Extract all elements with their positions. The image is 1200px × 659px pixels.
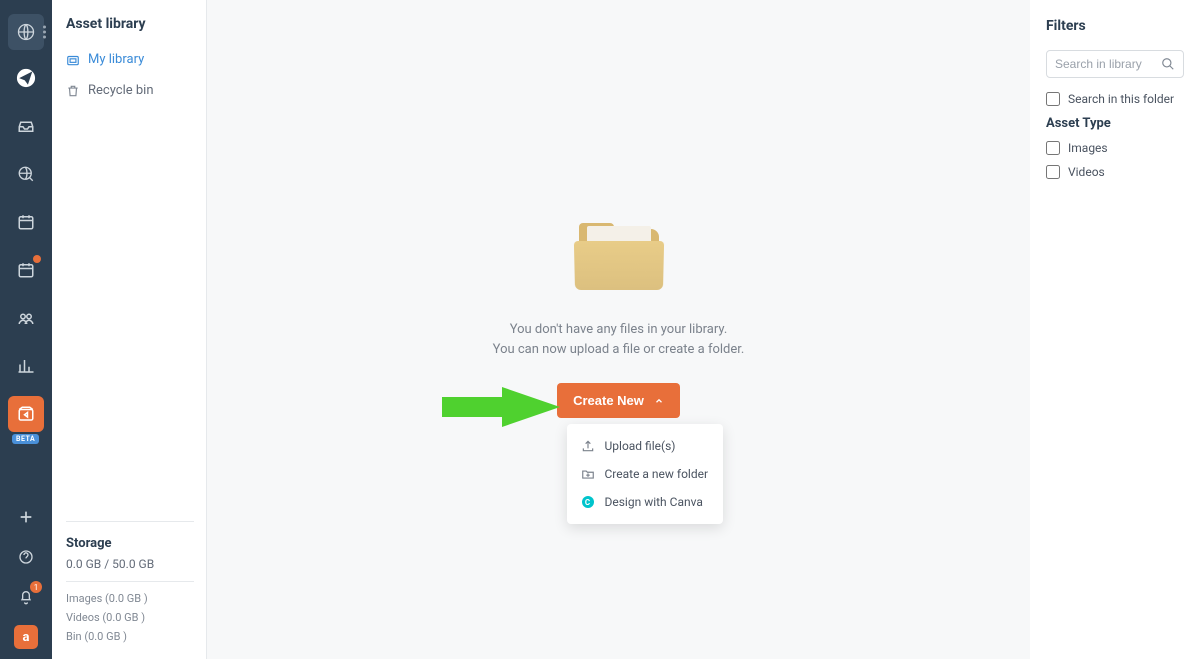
analytics-icon: [17, 357, 35, 375]
upload-icon: [581, 439, 595, 453]
create-new-dropdown: Upload file(s) Create a new folder C Des…: [567, 424, 723, 524]
rail-scheduled[interactable]: [8, 252, 44, 288]
inbox-icon: [17, 117, 35, 135]
rail-team[interactable]: [8, 300, 44, 336]
search-input[interactable]: [1055, 57, 1161, 71]
rail-add[interactable]: [8, 499, 44, 535]
rail-help[interactable]: [8, 539, 44, 575]
canva-icon: C: [581, 495, 595, 509]
logo-icon: [16, 22, 36, 42]
checkbox-videos[interactable]: [1046, 165, 1060, 179]
globe-search-icon: [17, 165, 35, 183]
empty-line-1: You don't have any files in your library…: [493, 320, 745, 340]
filter-label: Images: [1068, 141, 1108, 155]
rail-notifications[interactable]: 1: [8, 579, 44, 615]
sidebar-title: Asset library: [66, 16, 194, 32]
rail-analytics[interactable]: [8, 348, 44, 384]
storage-bin: Bin (0.0 GB ): [66, 630, 194, 643]
plus-icon: [18, 509, 34, 525]
checkbox-images[interactable]: [1046, 141, 1060, 155]
rail-bottom: 1 a: [8, 495, 44, 659]
help-icon: [18, 549, 34, 565]
empty-state-text: You don't have any files in your library…: [493, 320, 745, 359]
calendar-dot-icon: [17, 261, 35, 279]
notification-dot-icon: [33, 255, 41, 263]
app-logo[interactable]: [8, 14, 44, 50]
calendar-icon: [17, 213, 35, 231]
checkbox-search-in-folder[interactable]: [1046, 92, 1060, 106]
main-content: You don't have any files in your library…: [207, 0, 1030, 659]
logo-menu-dots-icon: [43, 26, 46, 39]
filter-videos[interactable]: Videos: [1046, 165, 1184, 179]
menu-item-label: Upload file(s): [605, 439, 676, 453]
menu-create-folder[interactable]: Create a new folder: [567, 460, 723, 488]
rail-calendar[interactable]: [8, 204, 44, 240]
menu-item-label: Design with Canva: [605, 495, 703, 509]
rail-publish[interactable]: [8, 60, 44, 96]
storage-videos: Videos (0.0 GB ): [66, 611, 194, 624]
beta-badge: BETA: [12, 434, 39, 444]
library-folder-icon: [66, 53, 80, 67]
rail-inbox[interactable]: [8, 108, 44, 144]
folder-plus-icon: [581, 467, 595, 481]
icon-rail: BETA 1 a: [0, 0, 52, 659]
notification-count-badge: 1: [30, 581, 42, 593]
menu-upload-files[interactable]: Upload file(s): [567, 432, 723, 460]
filter-search-in-folder[interactable]: Search in this folder: [1046, 92, 1184, 106]
search-icon: [1161, 57, 1175, 71]
empty-line-2: You can now upload a file or create a fo…: [493, 340, 745, 360]
menu-design-canva[interactable]: C Design with Canva: [567, 488, 723, 516]
filter-label: Videos: [1068, 165, 1105, 179]
sidebar-item-label: Recycle bin: [88, 83, 154, 98]
menu-item-label: Create a new folder: [605, 467, 709, 481]
rail-brand[interactable]: a: [8, 619, 44, 655]
library-icon: [17, 405, 35, 423]
sidebar: Asset library My library Recycle bin Sto…: [52, 0, 207, 659]
trash-icon: [66, 84, 80, 98]
brand-icon: a: [14, 625, 38, 649]
paper-plane-icon: [16, 68, 36, 88]
chevron-up-icon: [654, 396, 664, 406]
filters-panel: Filters Search in this folder Asset Type…: [1030, 0, 1200, 659]
filter-label: Search in this folder: [1068, 92, 1174, 106]
storage-images: Images (0.0 GB ): [66, 592, 194, 605]
team-icon: [17, 309, 35, 327]
sidebar-item-recycle-bin[interactable]: Recycle bin: [66, 79, 194, 102]
annotation-arrow-icon: [442, 387, 562, 427]
sidebar-item-my-library[interactable]: My library: [66, 48, 194, 71]
filter-images[interactable]: Images: [1046, 141, 1184, 155]
rail-discover[interactable]: [8, 156, 44, 192]
asset-type-heading: Asset Type: [1046, 116, 1184, 131]
create-new-label: Create New: [573, 393, 644, 408]
search-box[interactable]: [1046, 50, 1184, 78]
empty-folder-illustration: [569, 210, 669, 290]
storage-section: Storage 0.0 GB / 50.0 GB Images (0.0 GB …: [66, 521, 194, 649]
filters-title: Filters: [1046, 18, 1184, 34]
create-new-button[interactable]: Create New: [557, 383, 680, 418]
storage-usage: 0.0 GB / 50.0 GB: [66, 557, 194, 582]
rail-library[interactable]: BETA: [8, 396, 44, 432]
sidebar-item-label: My library: [88, 52, 144, 67]
storage-title: Storage: [66, 536, 194, 551]
